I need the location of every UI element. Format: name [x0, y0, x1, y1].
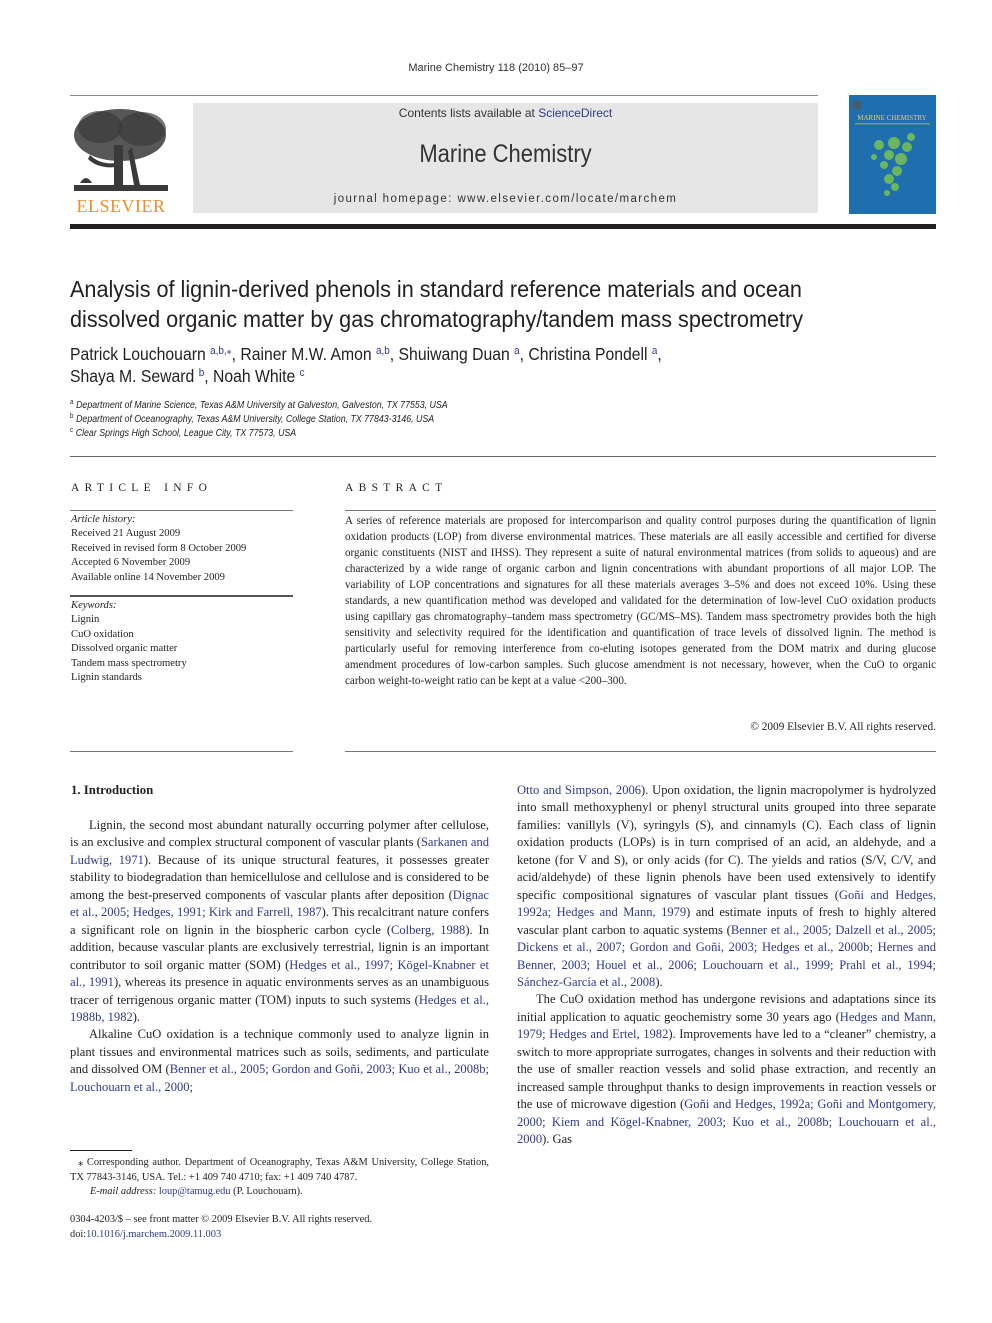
corresponding-author-details: ⁎ Corresponding author. Department of Oc…: [70, 1157, 489, 1183]
article-title-line-1: Analysis of lignin-derived phenols in st…: [70, 276, 802, 302]
section-divider: [70, 456, 936, 457]
author-affiliation-mark[interactable]: a,b: [376, 345, 390, 357]
body-text: ).: [132, 1009, 141, 1024]
running-head: Marine Chemistry 118 (2010) 85–97: [408, 62, 584, 74]
author-line-1: Patrick Louchouarn a,b,⁎, Rainer M.W. Am…: [70, 344, 662, 364]
paragraph: Alkaline CuO oxidation is a technique co…: [70, 1026, 489, 1096]
keywords: Keywords: Lignin CuO oxidation Dissolved…: [71, 599, 293, 685]
keyword-item: CuO oxidation: [71, 628, 134, 640]
homepage-prefix: journal homepage:: [333, 193, 458, 205]
citation-link[interactable]: Otto and Simpson, 2006: [517, 783, 641, 797]
journal-homepage: journal homepage: www.elsevier.com/locat…: [193, 193, 818, 205]
author-list: Patrick Louchouarn a,b,⁎, Rainer M.W. Am…: [70, 343, 916, 387]
journal-cover-thumbnail[interactable]: MARINE CHEMISTRY: [849, 95, 936, 214]
paragraph: Lignin, the second most abundant natural…: [70, 817, 489, 1026]
affiliation-item: b Department of Oceanography, Texas A&M U…: [70, 413, 435, 426]
body-text: ).: [655, 974, 663, 989]
article-history: Article history: Received 21 August 2009…: [71, 513, 293, 585]
article-history-label: Article history:: [71, 514, 136, 525]
author-affiliation-mark[interactable]: a,b,⁎: [210, 345, 231, 357]
history-item: Accepted 6 November 2009: [71, 557, 191, 569]
body-column-left: Lignin, the second most abundant natural…: [70, 817, 489, 1096]
abstract-text: A series of reference materials are prop…: [345, 515, 936, 687]
keyword-item: Tandem mass spectrometry: [71, 657, 187, 669]
author-affiliation-mark[interactable]: c: [300, 367, 305, 379]
author-name[interactable]: Noah White: [213, 366, 295, 386]
divider: [70, 751, 293, 752]
keyword-item: Lignin standards: [71, 672, 142, 684]
corresponding-author-footnote: ⁎ Corresponding author. Department of Oc…: [70, 1156, 489, 1200]
masthead-thick-rule: [70, 224, 936, 229]
header-divider: [70, 95, 818, 96]
author-name[interactable]: Shaya M. Seward: [70, 366, 194, 386]
body-text: ). Upon oxidation, the lignin macropolym…: [517, 783, 936, 902]
article-title-line-2: dissolved organic matter by gas chromato…: [70, 306, 804, 332]
email-label: E-mail address:: [90, 1186, 159, 1198]
doi-prefix: doi:: [70, 1228, 87, 1240]
author-line-2: Shaya M. Seward b, Noah White c: [70, 366, 305, 386]
author-name[interactable]: Patrick Louchouarn: [70, 344, 206, 364]
body-text: ). Gas: [542, 1132, 573, 1147]
contents-availability: Contents lists available at ScienceDirec…: [193, 106, 818, 120]
abstract-copyright: © 2009 Elsevier B.V. All rights reserved…: [750, 721, 936, 733]
keyword-item: Lignin: [71, 614, 100, 626]
article-title: Analysis of lignin-derived phenols in st…: [70, 274, 935, 334]
history-item: Received in revised form 8 October 2009: [71, 542, 247, 554]
body-column-right: Otto and Simpson, 2006). Upon oxidation,…: [517, 782, 936, 1149]
keywords-label: Keywords:: [71, 600, 117, 611]
author-name[interactable]: Christina Pondell: [528, 344, 647, 364]
email-suffix: (P. Louchouarn).: [230, 1186, 303, 1198]
divider: [345, 510, 936, 511]
doi-line: doi:10.1016/j.marchem.2009.11.003: [70, 1228, 489, 1243]
doi-link[interactable]: 10.1016/j.marchem.2009.11.003: [86, 1229, 221, 1240]
divider: [70, 510, 293, 511]
sciencedirect-link[interactable]: ScienceDirect: [538, 106, 612, 120]
author-name[interactable]: Shuiwang Duan: [399, 344, 510, 364]
email-line: E-mail address: loup@tamug.edu (P. Louch…: [70, 1185, 489, 1200]
section-heading-introduction: 1. Introduction: [71, 783, 154, 797]
journal-title: Marine Chemistry: [419, 140, 592, 168]
affiliation-item: a Department of Marine Science, Texas A&M…: [70, 399, 448, 411]
paragraph: The CuO oxidation method has undergone r…: [517, 991, 936, 1148]
issn-line: 0304-4203/$ – see front matter © 2009 El…: [70, 1214, 373, 1225]
affiliations: a Department of Marine Science, Texas A&M…: [70, 399, 598, 442]
contents-prefix: Contents lists available at: [398, 106, 539, 120]
history-item: Received 21 August 2009: [71, 528, 181, 540]
keyword-item: Dissolved organic matter: [71, 643, 178, 655]
citation-link[interactable]: Colberg, 1988: [391, 923, 465, 937]
abstract-heading: ABSTRACT: [345, 482, 448, 494]
elsevier-wordmark: ELSEVIER: [76, 196, 166, 216]
divider: [70, 595, 293, 597]
homepage-url-link[interactable]: www.elsevier.com/locate/marchem: [457, 193, 677, 205]
paragraph: Otto and Simpson, 2006). Upon oxidation,…: [517, 782, 936, 991]
divider: [345, 751, 936, 752]
article-info-heading: ARTICLE INFO: [71, 482, 213, 494]
footnote-rule: [70, 1150, 132, 1151]
email-link[interactable]: loup@tamug.edu: [159, 1186, 231, 1197]
history-item: Available online 14 November 2009: [71, 571, 225, 583]
front-matter: 0304-4203/$ – see front matter © 2009 El…: [70, 1213, 489, 1242]
author-name[interactable]: Rainer M.W. Amon: [240, 344, 371, 364]
affiliation-item: c Clear Springs High School, League City,…: [70, 427, 297, 440]
cover-title: MARINE CHEMISTRY: [857, 114, 926, 122]
